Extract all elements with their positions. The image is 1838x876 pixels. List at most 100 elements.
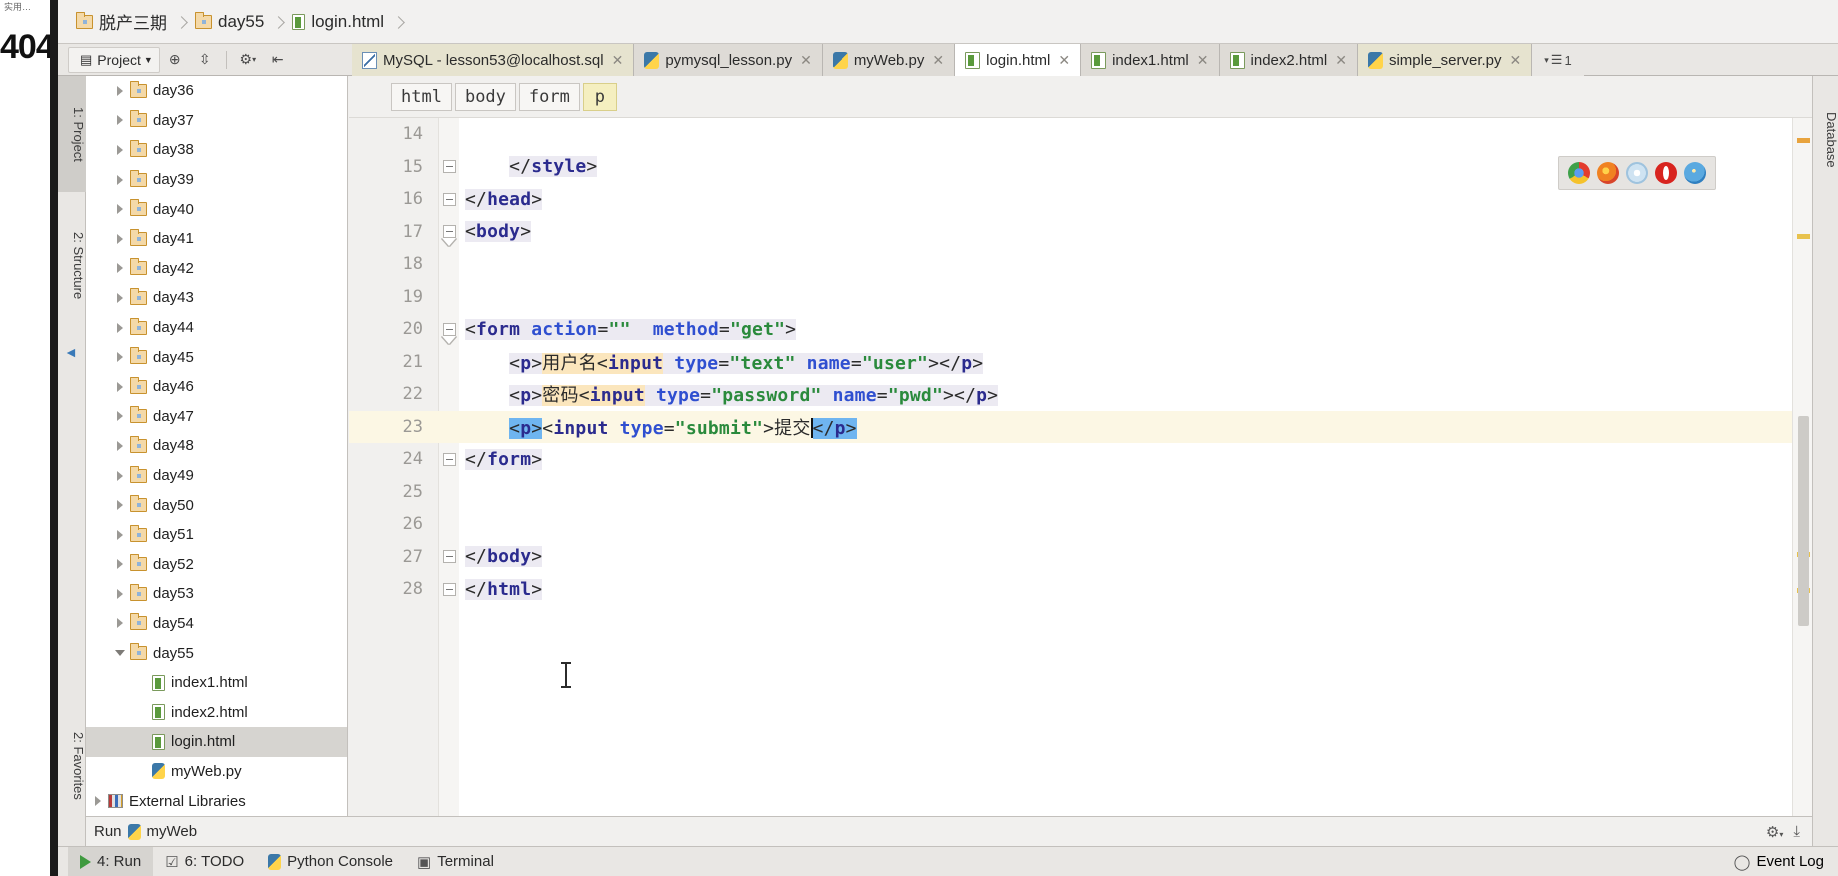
editor-tab-pymysql-lesson-py[interactable]: pymysql_lesson.py ✕ — [634, 44, 823, 76]
tree-item-day52[interactable]: day52 — [86, 550, 347, 580]
chevron-right-icon[interactable] — [112, 201, 128, 217]
hide-window-icon[interactable]: ⤓ — [1793, 823, 1800, 840]
locate-file-icon[interactable]: ⊕ — [163, 48, 187, 72]
breadcrumb-item-project[interactable]: 脱产三期 — [72, 7, 171, 37]
close-icon[interactable]: ✕ — [932, 52, 944, 69]
internet-explorer-icon[interactable] — [1684, 162, 1706, 184]
chevron-right-icon[interactable] — [112, 438, 128, 454]
close-icon[interactable]: ✕ — [1058, 52, 1070, 69]
status-bar-button-6-todo[interactable]: ☑ 6: TODO — [153, 847, 256, 876]
code-line[interactable]: 18 — [349, 248, 1812, 281]
code-fold-toggle[interactable] — [439, 582, 459, 596]
chevron-right-icon[interactable] — [112, 497, 128, 513]
code-line[interactable]: 26 — [349, 508, 1812, 541]
tree-item-day48[interactable]: day48 — [86, 431, 347, 461]
chevron-right-icon[interactable] — [112, 320, 128, 336]
status-bar-button-4-run[interactable]: 4: Run — [68, 846, 154, 876]
project-view-selector[interactable]: ▤ Project ▼ — [68, 46, 160, 73]
editor-tab-mysql-lesson53-localhost-sql[interactable]: MySQL - lesson53@localhost.sql ✕ — [352, 44, 635, 76]
editor-tab-index1-html[interactable]: index1.html ✕ — [1081, 44, 1220, 76]
close-icon[interactable]: ✕ — [800, 52, 812, 69]
chevron-right-icon[interactable] — [112, 468, 128, 484]
close-icon[interactable]: ✕ — [1335, 52, 1347, 69]
html-breadcrumb-chip-p[interactable]: p — [582, 82, 617, 111]
chevron-right-icon[interactable] — [112, 379, 128, 395]
chevron-right-icon[interactable] — [112, 231, 128, 247]
tree-item-day43[interactable]: day43 — [86, 283, 347, 313]
tab-overflow-button[interactable]: ▾ ☰ 1 — [1532, 44, 1584, 76]
code-fold-toggle[interactable] — [439, 550, 459, 564]
code-line[interactable]: 22 <p>密码<input type="password" name="pwd… — [349, 378, 1812, 411]
tree-item-day40[interactable]: day40 — [86, 194, 347, 224]
code-fold-toggle[interactable] — [439, 160, 459, 174]
html-breadcrumb-chip-body[interactable]: body — [454, 82, 516, 111]
code-fold-toggle[interactable] — [439, 452, 459, 466]
chevron-right-icon[interactable] — [112, 142, 128, 158]
editor-scrollbar-column[interactable] — [1792, 118, 1812, 816]
tree-item-index2-html[interactable]: index2.html — [86, 697, 347, 727]
code-line[interactable]: 27 </body> — [349, 541, 1812, 574]
breadcrumb-item-login-html[interactable]: login.html — [288, 7, 388, 37]
html-breadcrumb-chip-form[interactable]: form — [518, 82, 580, 111]
chevron-right-icon[interactable] — [112, 615, 128, 631]
code-line[interactable]: 23 <p><input type="submit">提交 </p> — [349, 410, 1812, 443]
tree-item-day41[interactable]: day41 — [86, 224, 347, 254]
error-stripe-marker[interactable] — [1797, 138, 1810, 143]
tree-item-day38[interactable]: day38 — [86, 135, 347, 165]
tree-item-login-html[interactable]: login.html — [86, 727, 347, 757]
code-line[interactable]: 24 </form> — [349, 443, 1812, 476]
tool-button-structure[interactable]: 2: Structure — [58, 196, 86, 336]
chevron-right-icon[interactable] — [112, 172, 128, 188]
chevron-right-icon[interactable] — [112, 112, 128, 128]
close-icon[interactable]: ✕ — [612, 52, 624, 69]
chevron-right-icon[interactable] — [112, 290, 128, 306]
code-line[interactable]: 14 — [349, 118, 1812, 151]
status-bar-button-python-console[interactable]: Python Console — [256, 847, 405, 876]
tree-item-day51[interactable]: day51 — [86, 520, 347, 550]
editor-tab-index2-html[interactable]: index2.html ✕ — [1219, 44, 1358, 76]
status-bar-button-terminal[interactable]: ▣ Terminal — [405, 847, 506, 876]
code-fold-toggle[interactable] — [439, 225, 459, 247]
code-viewport[interactable]: 14 15 </style> 16 </head> 17 <body> 18 19 20 <for… — [349, 118, 1812, 816]
tree-item-day47[interactable]: day47 — [86, 402, 347, 432]
chevron-down-icon[interactable] — [112, 645, 128, 661]
safari-icon[interactable] — [1626, 162, 1648, 184]
tree-item-day50[interactable]: day50 — [86, 490, 347, 520]
vertical-scrollbar-thumb[interactable] — [1798, 416, 1809, 626]
hide-panel-icon[interactable]: ⇤ — [266, 48, 290, 72]
chevron-right-icon[interactable] — [112, 349, 128, 365]
tree-item-day53[interactable]: day53 — [86, 579, 347, 609]
code-line[interactable]: 20 <form action="" method="get"> — [349, 313, 1812, 346]
tree-item-day54[interactable]: day54 — [86, 609, 347, 639]
editor-tab-login-html[interactable]: login.html ✕ — [955, 44, 1082, 76]
warning-stripe-marker[interactable] — [1797, 234, 1810, 239]
tree-item-day55[interactable]: day55 — [86, 638, 347, 668]
chevron-right-icon[interactable] — [112, 83, 128, 99]
code-line[interactable]: 21 <p>用户名<input type="text" name="user">… — [349, 346, 1812, 379]
collapse-all-icon[interactable]: ⇳ — [193, 48, 217, 72]
code-line[interactable]: 17 <body> — [349, 216, 1812, 249]
event-log-label[interactable]: Event Log — [1756, 853, 1824, 870]
code-line[interactable]: 28 </html> — [349, 573, 1812, 606]
code-line[interactable]: 25 — [349, 476, 1812, 509]
tree-item-day42[interactable]: day42 — [86, 254, 347, 284]
code-fold-toggle[interactable] — [439, 192, 459, 206]
chevron-right-icon[interactable] — [112, 260, 128, 276]
editor-tab-myweb-py[interactable]: myWeb.py ✕ — [822, 44, 956, 76]
chevron-right-icon[interactable] — [90, 793, 106, 809]
chrome-icon[interactable] — [1568, 162, 1590, 184]
html-breadcrumb-chip-html[interactable]: html — [391, 82, 452, 111]
tool-button-favorites[interactable]: 2: Favorites — [58, 696, 86, 836]
tree-item-day45[interactable]: day45 — [86, 342, 347, 372]
opera-icon[interactable] — [1655, 162, 1677, 184]
breadcrumb-item-day55[interactable]: day55 — [191, 7, 268, 37]
code-line[interactable]: 19 — [349, 281, 1812, 314]
tree-item-external-libraries[interactable]: External Libraries — [86, 786, 347, 816]
close-icon[interactable]: ✕ — [1510, 52, 1522, 69]
chevron-right-icon[interactable] — [112, 527, 128, 543]
tree-item-day49[interactable]: day49 — [86, 461, 347, 491]
chevron-right-icon[interactable] — [112, 586, 128, 602]
tool-button-database[interactable]: Database — [1813, 80, 1838, 200]
tree-item-day37[interactable]: day37 — [86, 106, 347, 136]
tree-item-day39[interactable]: day39 — [86, 165, 347, 195]
